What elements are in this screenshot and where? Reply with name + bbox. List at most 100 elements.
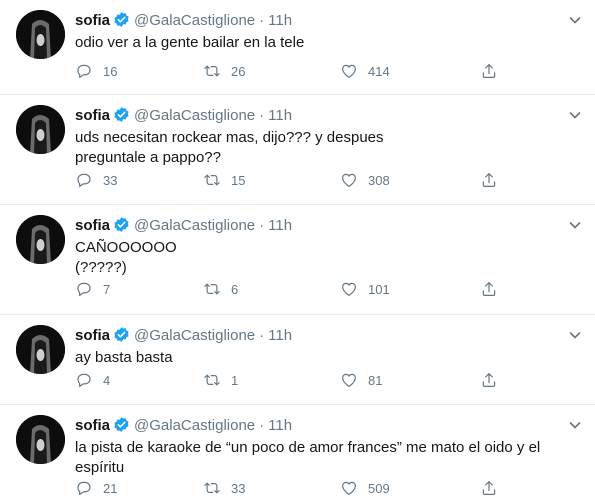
author-handle[interactable]: @GalaCastiglione (134, 327, 255, 344)
reply-button[interactable]: 33 (75, 170, 117, 190)
chevron-down-icon[interactable] (567, 217, 583, 233)
tweet[interactable]: sofia @GalaCastiglione · 11h odio ver a la … (0, 0, 595, 95)
retweet-count: 1 (231, 372, 239, 388)
tweet-text-line: odio ver a la gente bailar en la tele (75, 34, 305, 51)
reply-button[interactable]: 21 (75, 478, 117, 498)
reply-button[interactable]: 7 (75, 279, 110, 299)
heart-icon (342, 173, 356, 187)
verified-badge-icon (114, 12, 129, 27)
heart-icon (342, 64, 356, 78)
reply-count: 16 (103, 63, 118, 79)
author-name[interactable]: sofia (75, 417, 110, 434)
tweet-text: ay basta basta (75, 348, 575, 368)
share-icon (482, 481, 496, 495)
share-icon (482, 373, 496, 387)
retweet-icon (204, 65, 220, 77)
tweet-text-line: espíritu (75, 459, 125, 476)
share-icon (482, 64, 496, 78)
tweet-text: la pista de karaoke de “un poco de amor … (75, 438, 575, 478)
chevron-down-icon[interactable] (567, 417, 583, 433)
tweet-header: sofia @GalaCastiglione · 11h (75, 106, 292, 126)
tweet-text-line: ay basta basta (75, 349, 173, 366)
tweet-actions: 21 33 509 (75, 478, 515, 498)
like-button[interactable]: 509 (340, 478, 390, 498)
reply-count: 33 (103, 172, 118, 188)
author-name[interactable]: sofia (75, 327, 110, 344)
share-button[interactable] (480, 61, 508, 81)
author-handle[interactable]: @GalaCastiglione (134, 12, 255, 29)
tweet[interactable]: sofia @GalaCastiglione · 11h CAÑOOOOOO (???… (0, 205, 595, 315)
reply-button[interactable]: 16 (75, 61, 117, 81)
avatar[interactable] (16, 325, 65, 374)
like-count: 81 (368, 372, 383, 388)
retweet-button[interactable]: 33 (203, 478, 245, 498)
share-button[interactable] (480, 279, 508, 299)
separator-dot: · (259, 327, 265, 344)
author-handle[interactable]: @GalaCastiglione (134, 217, 255, 234)
reply-icon (77, 173, 91, 187)
retweet-count: 6 (231, 281, 239, 297)
tweet[interactable]: sofia @GalaCastiglione · 11h uds necesitan … (0, 95, 595, 205)
chevron-down-icon[interactable] (567, 107, 583, 123)
timestamp[interactable]: 11h (268, 217, 292, 234)
chevron-down-icon[interactable] (567, 12, 583, 28)
avatar[interactable] (16, 105, 65, 154)
author-handle[interactable]: @GalaCastiglione (134, 417, 255, 434)
timestamp[interactable]: 11h (268, 107, 292, 124)
author-handle[interactable]: @GalaCastiglione (134, 107, 255, 124)
tweet-actions: 33 15 308 (75, 170, 515, 190)
share-icon (482, 282, 496, 296)
reply-button[interactable]: 4 (75, 370, 110, 390)
tweet[interactable]: sofia @GalaCastiglione · 11h la pista de ka… (0, 405, 595, 500)
chevron-down-icon[interactable] (567, 327, 583, 343)
tweet-text-line: preguntale a pappo?? (75, 149, 221, 166)
like-button[interactable]: 308 (340, 170, 390, 190)
tweet-text: CAÑOOOOOO (?????) (75, 238, 575, 278)
tweet-actions: 16 26 414 (75, 61, 515, 81)
tweet-header: sofia @GalaCastiglione · 11h (75, 326, 292, 346)
avatar[interactable] (16, 215, 65, 264)
tweet-feed: sofia @GalaCastiglione · 11h odio ver a la … (0, 0, 595, 500)
avatar[interactable] (16, 415, 65, 464)
tweet-text-line: la pista de karaoke de “un poco de amor … (75, 439, 541, 456)
tweet-text-line: (?????) (75, 259, 127, 276)
share-button[interactable] (480, 370, 508, 390)
retweet-count: 15 (231, 172, 246, 188)
tweet-text: uds necesitan rockear mas, dijo??? y des… (75, 128, 575, 168)
retweet-count: 26 (231, 63, 246, 79)
share-button[interactable] (480, 478, 508, 498)
tweet-actions: 4 1 81 (75, 370, 515, 390)
verified-badge-icon (114, 217, 129, 232)
like-button[interactable]: 101 (340, 279, 390, 299)
reply-count: 4 (103, 372, 111, 388)
tweet-header: sofia @GalaCastiglione · 11h (75, 216, 292, 236)
like-button[interactable]: 81 (340, 370, 382, 390)
separator-dot: · (259, 12, 265, 29)
share-icon (482, 173, 496, 187)
heart-icon (342, 282, 356, 296)
timestamp[interactable]: 11h (268, 327, 292, 344)
author-name[interactable]: sofia (75, 12, 110, 29)
reply-icon (77, 373, 91, 387)
timestamp[interactable]: 11h (268, 417, 292, 434)
retweet-icon (204, 482, 220, 494)
retweet-button[interactable]: 1 (203, 370, 238, 390)
retweet-icon (204, 374, 220, 386)
author-name[interactable]: sofia (75, 107, 110, 124)
reply-icon (77, 481, 91, 495)
author-name[interactable]: sofia (75, 217, 110, 234)
reply-count: 7 (103, 281, 111, 297)
avatar[interactable] (16, 10, 65, 59)
tweet-header: sofia @GalaCastiglione · 11h (75, 11, 292, 31)
like-button[interactable]: 414 (340, 61, 390, 81)
retweet-button[interactable]: 15 (203, 170, 245, 190)
tweet[interactable]: sofia @GalaCastiglione · 11h ay basta basta… (0, 315, 595, 405)
tweet-header: sofia @GalaCastiglione · 11h (75, 416, 292, 436)
timestamp[interactable]: 11h (268, 12, 292, 29)
retweet-button[interactable]: 6 (203, 279, 238, 299)
reply-icon (77, 64, 91, 78)
retweet-button[interactable]: 26 (203, 61, 245, 81)
retweet-icon (204, 283, 220, 295)
heart-icon (342, 373, 356, 387)
share-button[interactable] (480, 170, 508, 190)
